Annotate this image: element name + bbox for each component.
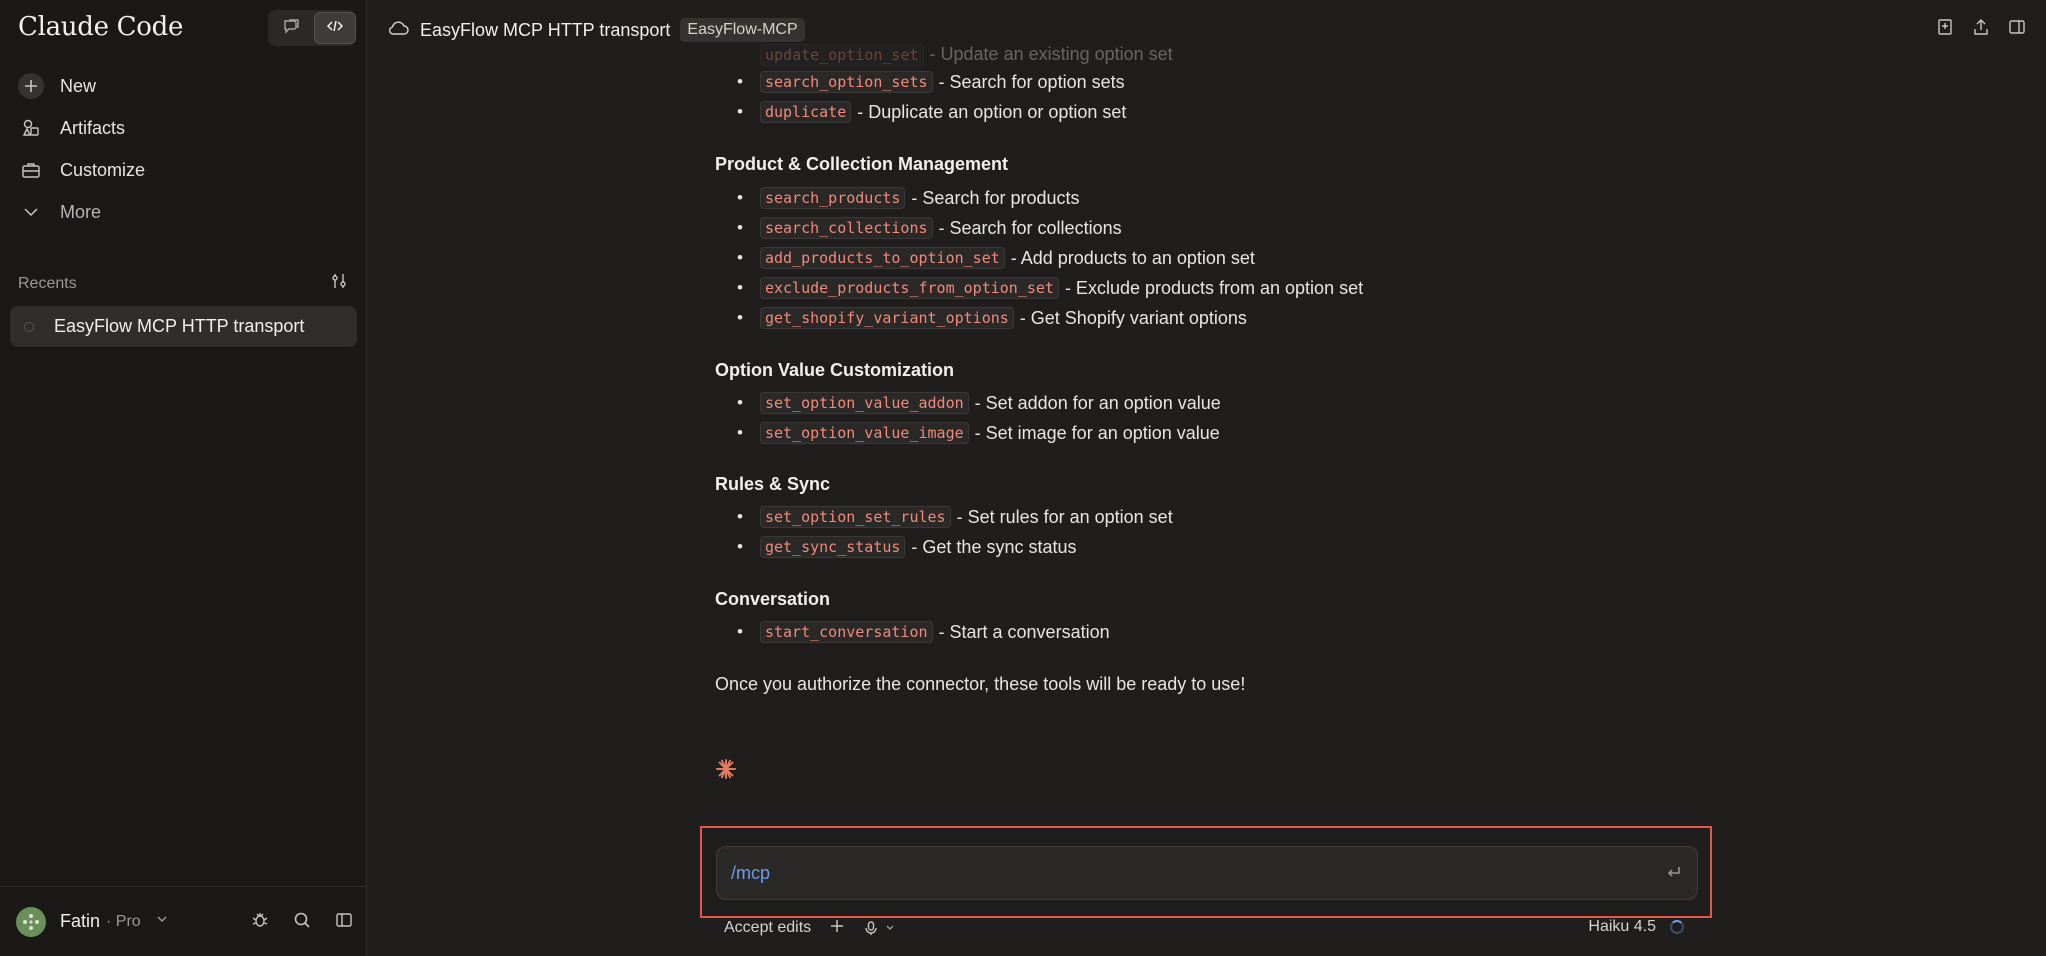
tool-code: search_collections (759, 217, 933, 239)
microphone-icon[interactable] (863, 920, 895, 936)
tool-desc: - Search for option sets (938, 71, 1125, 92)
tool-desc: - Search for collections (938, 217, 1122, 238)
status-dot-icon (24, 321, 34, 332)
user-name[interactable]: Fatin (60, 911, 100, 932)
list-item: get_sync_status- Get the sync status (737, 536, 1077, 558)
sidebar-toggle-icon[interactable] (331, 907, 357, 933)
tool-desc: - Get Shopify variant options (1019, 307, 1247, 328)
mode-toggle (268, 10, 356, 46)
list-item: start_conversation- Start a conversation (737, 621, 1110, 643)
brand-title: Claude Code (18, 12, 184, 42)
tool-code: search_products (759, 187, 906, 209)
tool-code: set_option_value_addon (759, 392, 969, 414)
sidebar-item-more[interactable]: More (10, 192, 358, 232)
chat-mode-button[interactable] (270, 12, 312, 44)
section-title: Rules & Sync (715, 474, 831, 494)
composer-footer: Accept edits Haiku 4.5 (716, 914, 1698, 942)
sidebar-item-label: Customize (60, 159, 146, 180)
code-mode-button[interactable] (314, 12, 356, 44)
tool-desc: - Set addon for an option value (974, 392, 1221, 413)
sidebar-item-new[interactable]: New (10, 66, 358, 106)
loading-spinner-icon (1670, 920, 1684, 934)
tool-desc: - Start a conversation (938, 621, 1110, 642)
tool-desc: - Exclude products from an option set (1064, 277, 1364, 298)
search-icon[interactable] (289, 907, 315, 933)
footer-icons (247, 907, 357, 933)
sidebar-item-label: More (60, 201, 102, 222)
tool-code: get_shopify_variant_options (759, 307, 1014, 329)
repo-badge[interactable]: EasyFlow-MCP (680, 18, 805, 42)
list-item: search_option_sets- Search for option se… (737, 71, 1125, 93)
panel-toggle-icon[interactable] (2008, 18, 2026, 41)
share-icon[interactable] (1972, 18, 1990, 41)
tool-code: set_option_value_image (759, 422, 969, 444)
page-title: EasyFlow MCP HTTP transport (420, 19, 671, 40)
tool-code: exclude_products_from_option_set (759, 277, 1059, 299)
sidebar-nav: New Artifacts Customize More (10, 66, 358, 234)
filter-icon[interactable] (330, 272, 348, 295)
chevron-down-icon (18, 199, 44, 225)
sidebar-item-label: Artifacts (60, 117, 126, 138)
tool-desc: - Add products to an option set (1010, 247, 1255, 268)
recent-item[interactable]: EasyFlow MCP HTTP transport (10, 306, 357, 347)
tool-code: duplicate (759, 101, 852, 123)
recents-header: Recents (18, 272, 348, 295)
tool-code: search_option_sets (759, 71, 933, 93)
tool-code: get_sync_status (759, 536, 906, 558)
list-item: set_option_set_rules- Set rules for an o… (737, 506, 1173, 528)
recent-item-label: EasyFlow MCP HTTP transport (54, 316, 305, 336)
list-item: search_collections- Search for collectio… (737, 217, 1122, 239)
tool-desc: - Set rules for an option set (956, 506, 1173, 527)
briefcase-icon (18, 157, 44, 183)
list-item: search_products- Search for products (737, 187, 1080, 209)
list-item: set_option_value_image- Set image for an… (737, 422, 1220, 444)
section-title: Product & Collection Management (715, 154, 1009, 174)
tool-desc: - Get the sync status (911, 536, 1077, 557)
save-file-icon[interactable] (1936, 18, 1954, 41)
faded-list-item: update_option_set - Update an existing op… (760, 44, 1173, 66)
tool-desc: - Update an existing option set (929, 44, 1173, 64)
chat-bubble-icon (282, 17, 300, 40)
tool-desc: - Set image for an option value (974, 422, 1220, 443)
tool-code: set_option_set_rules (759, 506, 951, 528)
avatar[interactable] (16, 906, 46, 937)
list-item: add_products_to_option_set- Add products… (737, 247, 1255, 269)
list-item: set_option_value_addon- Set addon for an… (737, 392, 1221, 414)
tool-code: update_option_set (760, 44, 924, 66)
shapes-icon (18, 115, 44, 141)
plus-icon (18, 73, 44, 99)
tool-desc: - Search for products (911, 187, 1080, 208)
list-item: get_shopify_variant_options- Get Shopify… (737, 307, 1247, 329)
model-selector[interactable]: Haiku 4.5 (1588, 918, 1656, 936)
recents-label: Recents (18, 274, 77, 292)
header: EasyFlow MCP HTTP transport EasyFlow-MCP (368, 0, 2046, 60)
claude-spark-icon (715, 758, 737, 785)
tool-code: start_conversation (759, 621, 933, 643)
sidebar-item-label: New (60, 75, 97, 96)
list-item: duplicate- Duplicate an option or option… (737, 101, 1126, 123)
list-item: exclude_products_from_option_set- Exclud… (737, 277, 1363, 299)
sidebar-item-artifacts[interactable]: Artifacts (10, 108, 358, 148)
sidebar-footer: Fatin · Pro (0, 886, 367, 956)
section-title: Conversation (715, 589, 831, 609)
code-icon (326, 17, 344, 40)
chevron-down-icon[interactable] (155, 912, 169, 931)
closing-text: Once you authorize the connector, these … (715, 674, 1246, 694)
tool-desc: - Duplicate an option or option set (857, 101, 1127, 122)
user-plan: · Pro (106, 912, 141, 930)
prompt-input-value[interactable]: /mcp (731, 863, 770, 884)
sidebar: Claude Code New Artifacts Customize More… (0, 0, 367, 956)
plus-icon[interactable] (829, 918, 845, 939)
enter-icon[interactable] (1665, 863, 1683, 886)
sidebar-item-customize[interactable]: Customize (10, 150, 358, 190)
cloud-icon (388, 19, 410, 42)
section-title: Option Value Customization (715, 360, 955, 380)
accept-edits-button[interactable]: Accept edits (724, 919, 811, 937)
header-actions (1936, 18, 2026, 41)
prompt-input[interactable]: /mcp (716, 846, 1698, 900)
tool-code: add_products_to_option_set (759, 247, 1005, 269)
bug-icon[interactable] (247, 907, 273, 933)
